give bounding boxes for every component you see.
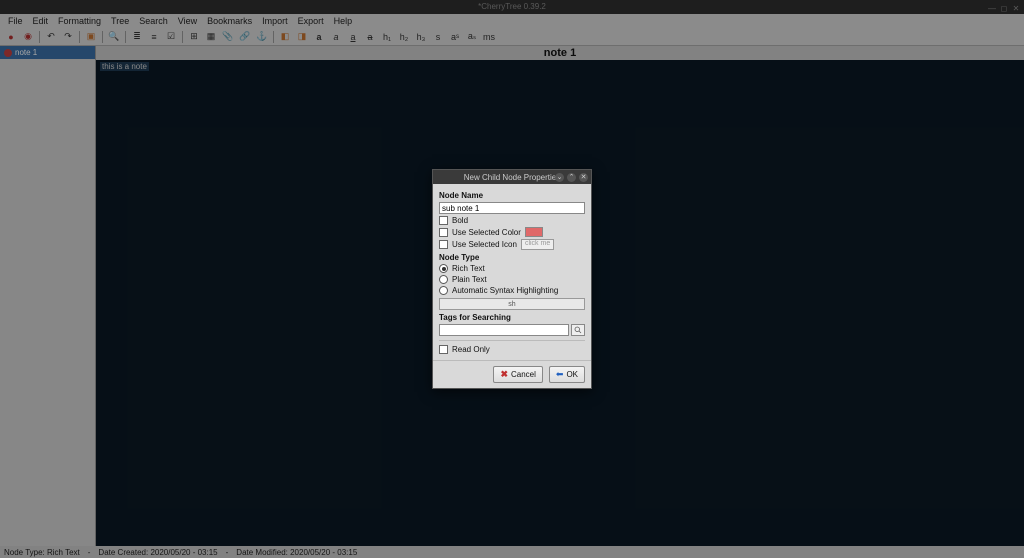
use-icon-checkbox[interactable] [439,240,448,249]
cancel-button[interactable]: ✖ Cancel [493,366,542,383]
radio-rich-text[interactable] [439,264,448,273]
ok-button[interactable]: ⬅ OK [549,366,585,383]
radio-auto-syntax-label: Automatic Syntax Highlighting [452,286,558,295]
tags-input[interactable] [439,324,569,336]
dialog-close-icon[interactable]: ✕ [579,173,588,182]
use-color-checkbox[interactable] [439,228,448,237]
node-name-input[interactable] [439,202,585,214]
bold-checkbox[interactable] [439,216,448,225]
node-type-label: Node Type [439,253,585,262]
read-only-checkbox[interactable] [439,345,448,354]
radio-auto-syntax[interactable] [439,286,448,295]
separator [439,340,585,341]
node-name-label: Node Name [439,191,585,200]
dialog-maximize-icon[interactable]: ⌃ [567,173,576,182]
color-swatch[interactable] [525,227,543,237]
cancel-icon: ✖ [500,369,508,380]
use-color-label: Use Selected Color [452,228,521,237]
dialog-body: Node Name Bold Use Selected Color Use Se… [433,184,591,360]
dialog-titlebar[interactable]: New Child Node Properties ⌄ ⌃ ✕ [433,170,591,184]
icon-picker-button[interactable]: click me [521,239,554,250]
ok-button-label: OK [566,370,578,379]
new-child-node-dialog: New Child Node Properties ⌄ ⌃ ✕ Node Nam… [432,169,592,389]
bold-checkbox-label: Bold [452,216,468,225]
radio-plain-text-label: Plain Text [452,275,487,284]
dialog-button-row: ✖ Cancel ⬅ OK [433,360,591,388]
radio-rich-text-label: Rich Text [452,264,485,273]
dialog-minimize-icon[interactable]: ⌄ [555,173,564,182]
read-only-label: Read Only [452,345,490,354]
radio-plain-text[interactable] [439,275,448,284]
modal-overlay: New Child Node Properties ⌄ ⌃ ✕ Node Nam… [0,0,1024,558]
cancel-button-label: Cancel [511,370,536,379]
syntax-dropdown[interactable]: sh [439,298,585,310]
use-icon-label: Use Selected Icon [452,240,517,249]
tags-label: Tags for Searching [439,313,585,322]
dialog-title-text: New Child Node Properties [464,173,561,182]
ok-icon: ⬅ [556,369,564,380]
tags-search-button[interactable] [571,324,585,336]
syntax-dropdown-value: sh [508,301,515,308]
search-icon [574,326,582,334]
